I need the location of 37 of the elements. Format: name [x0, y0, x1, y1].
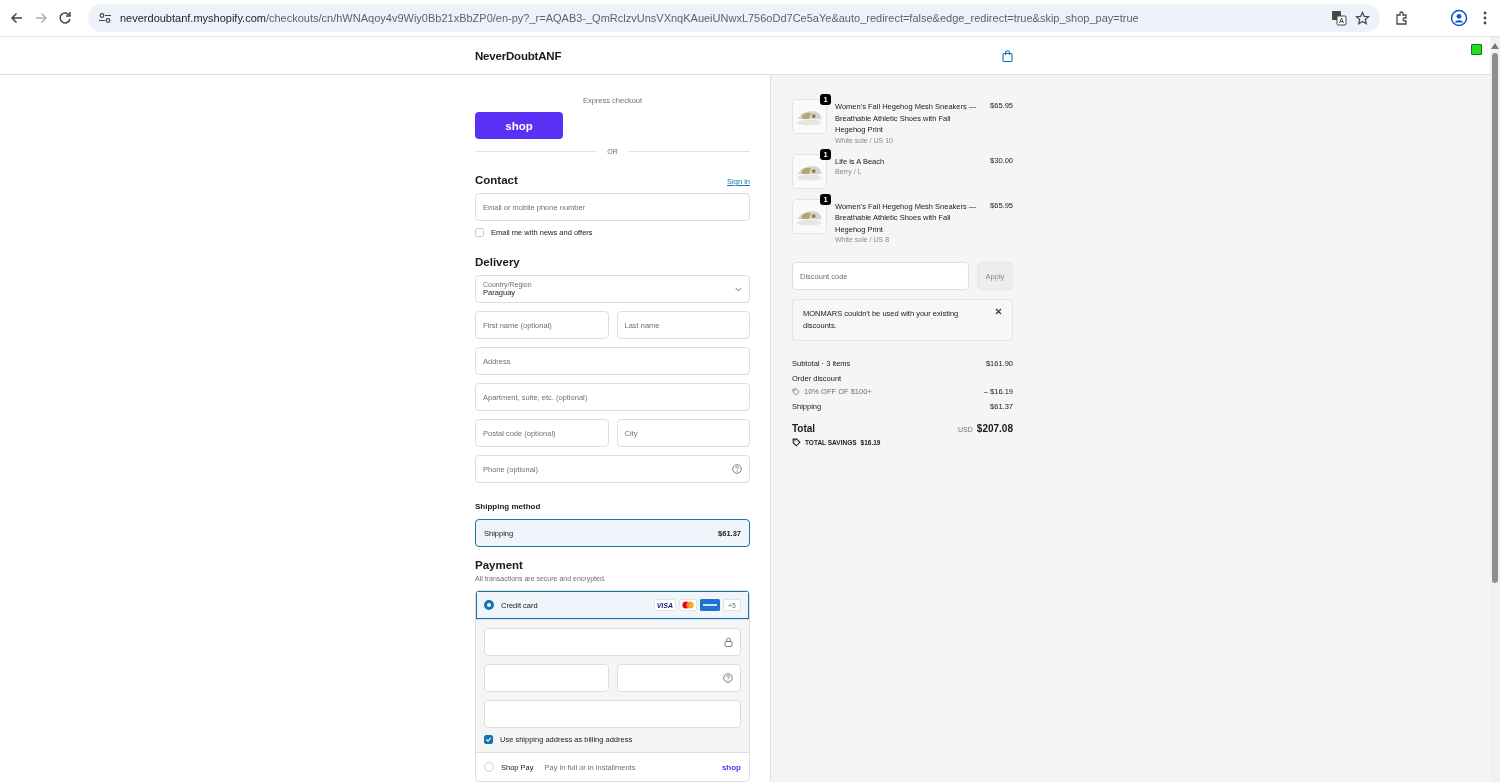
section-heading: Payment: [475, 559, 524, 571]
shopping-bag-icon[interactable]: [1002, 49, 1013, 62]
section-heading: Shipping method: [475, 502, 542, 511]
help-icon: [732, 464, 742, 474]
help-icon: [723, 673, 733, 683]
bookmark-star-icon[interactable]: [1355, 10, 1370, 26]
shop-pay-button[interactable]: shop: [475, 112, 563, 139]
extensions-icon[interactable]: [1394, 10, 1410, 26]
input-field[interactable]: [484, 664, 609, 692]
total-label: Total: [792, 423, 816, 434]
total-value: $207.08: [976, 423, 1013, 434]
chevron-down-icon: [735, 286, 742, 292]
site-settings-icon[interactable]: [98, 11, 112, 25]
status-indicator-icon: [1471, 44, 1482, 55]
scrollbar[interactable]: [1490, 37, 1500, 782]
card-logo-icon: [700, 599, 720, 611]
reload-icon[interactable]: [56, 9, 74, 27]
radio-button[interactable]: [484, 600, 494, 610]
section-heading: Delivery: [475, 256, 520, 268]
store-name[interactable]: NeverDoubtANF: [475, 49, 562, 62]
more-menu-icon[interactable]: [1482, 10, 1488, 26]
input-field[interactable]: [484, 700, 741, 728]
translate-icon[interactable]: [1331, 10, 1347, 26]
check-icon: [485, 736, 492, 743]
profile-icon[interactable]: [1450, 9, 1468, 27]
checkbox[interactable]: [484, 735, 493, 744]
tag-icon: [792, 387, 800, 396]
shop-pay-logo: shop: [721, 762, 741, 772]
mastercard-logo: [679, 599, 697, 611]
tag-icon: [792, 438, 801, 447]
lock-icon: [724, 637, 733, 647]
close-icon[interactable]: [995, 308, 1002, 315]
address-bar[interactable]: neverdoubtanf.myshopify.com/checkouts/cn/hWNAqoy4v9Wiy0Bb21xBbZP0/en-py?_r=AQAB3-_QmRclzvUnsVXnqKAueiUNwxL756oDd7Ce5aYe&auto_redirect=false&edge_redirect=true&skip_shop_pay=true: [88, 4, 1380, 32]
input-field[interactable]: [484, 628, 741, 656]
section-heading: Contact: [475, 174, 518, 186]
scroll-up-arrow-icon[interactable]: [1491, 43, 1499, 49]
input-field[interactable]: [616, 664, 741, 692]
